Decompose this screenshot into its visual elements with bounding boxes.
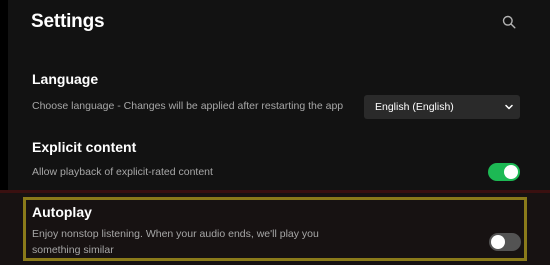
language-select-value: English (English) (375, 101, 454, 113)
toggle-knob (491, 235, 505, 249)
language-section-title: Language (32, 71, 99, 87)
language-select[interactable]: English (English) (364, 95, 520, 119)
highlight-top-edge (0, 190, 550, 193)
autoplay-toggle[interactable] (489, 233, 521, 251)
chevron-down-icon (504, 102, 514, 112)
autoplay-description-line2: something similar (32, 244, 114, 256)
page-title: Settings (31, 11, 105, 32)
settings-window: Settings Language Choose language - Chan… (0, 0, 550, 265)
toggle-knob (504, 165, 518, 179)
autoplay-description-line1: Enjoy nonstop listening. When your audio… (32, 228, 319, 240)
search-icon (502, 15, 516, 29)
explicit-toggle[interactable] (488, 163, 520, 181)
explicit-description: Allow playback of explicit-rated content (32, 166, 213, 178)
language-description: Choose language - Changes will be applie… (32, 100, 344, 112)
search-button[interactable] (499, 12, 519, 32)
explicit-section-title: Explicit content (32, 139, 137, 155)
autoplay-section-title: Autoplay (32, 204, 92, 220)
